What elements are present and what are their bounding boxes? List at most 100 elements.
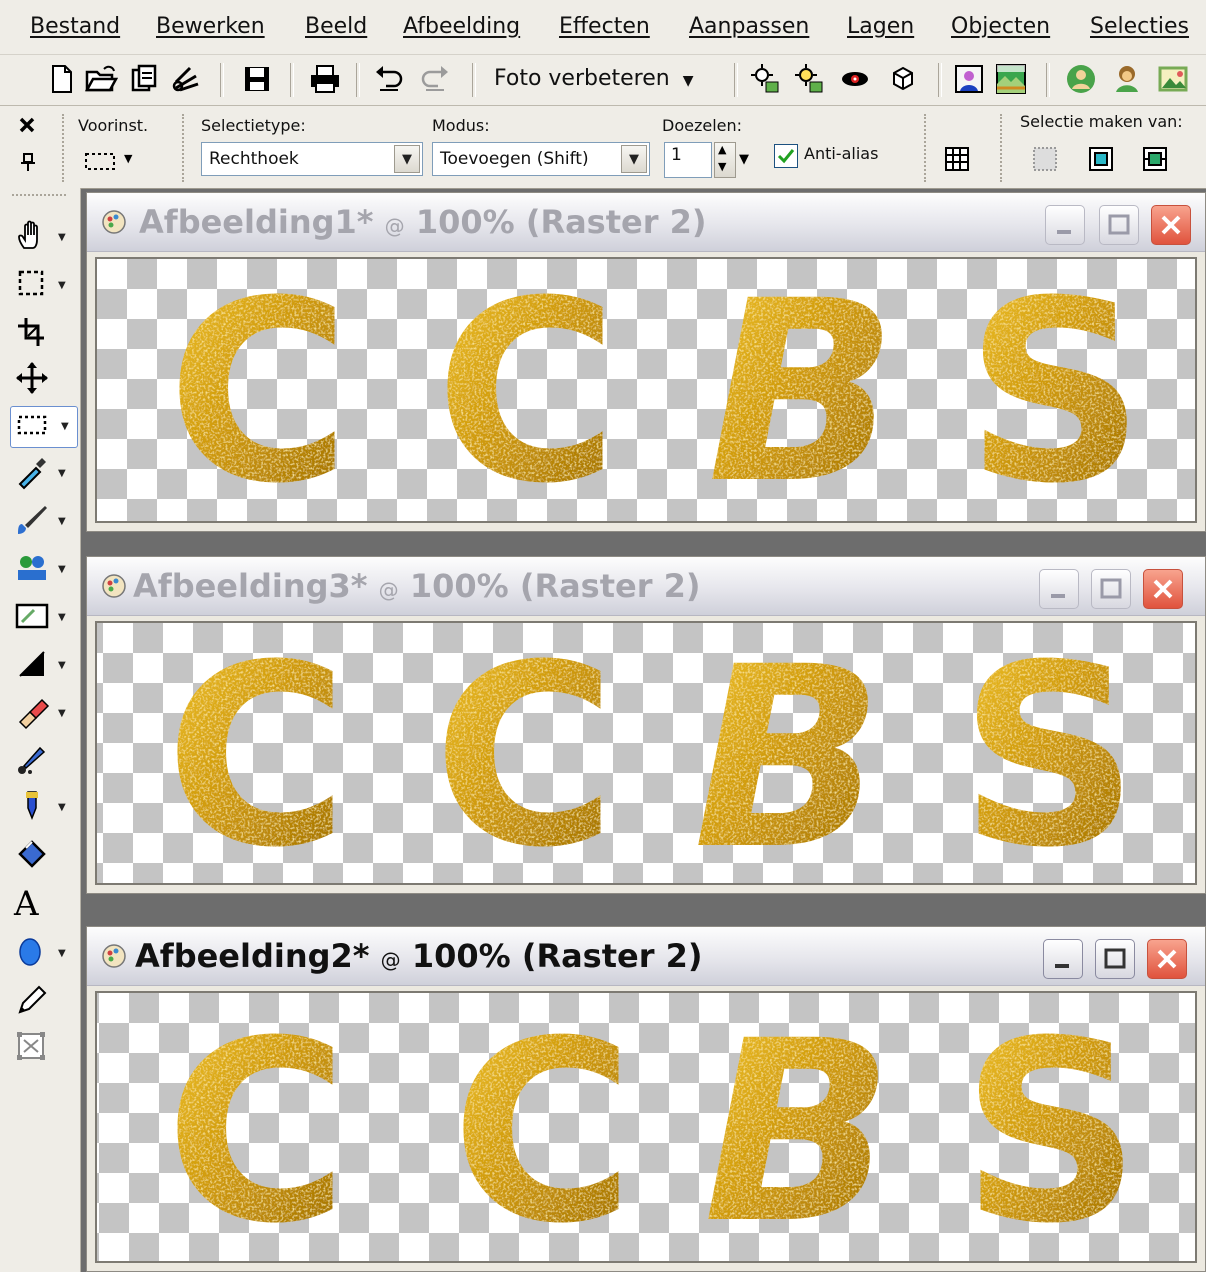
- letter-c2: C: [435, 259, 618, 523]
- close-button[interactable]: [1143, 569, 1183, 609]
- pan-tool[interactable]: ▼: [14, 218, 74, 258]
- picture-tube-icon: [18, 746, 46, 774]
- menu-bewerken[interactable]: Bewerken: [156, 14, 265, 39]
- anti-alias-checkbox[interactable]: [774, 144, 798, 168]
- picture-icon[interactable]: [1156, 62, 1190, 96]
- save-icon[interactable]: [240, 62, 274, 96]
- flood-fill-icon: [26, 791, 38, 821]
- letter-s: S: [959, 623, 1139, 885]
- modus-select[interactable]: Toevoegen (Shift) ▼: [432, 142, 650, 176]
- foto-verbeteren-button[interactable]: Foto verbeteren ▼: [494, 61, 724, 97]
- grid-selection-icon[interactable]: [944, 146, 970, 172]
- close-palette-icon[interactable]: [18, 116, 36, 134]
- selectietype-label: Selectietype:: [201, 116, 306, 135]
- person-icon[interactable]: [1064, 62, 1098, 96]
- window-titlebar[interactable]: Afbeelding1* @ 100% (Raster 2): [87, 193, 1205, 252]
- image-canvas[interactable]: C C B S: [95, 257, 1197, 523]
- print-icon[interactable]: [308, 62, 342, 96]
- minimize-button[interactable]: [1039, 569, 1079, 609]
- dodge-tool[interactable]: ▼: [14, 646, 74, 686]
- maximize-button[interactable]: [1099, 205, 1139, 245]
- clone-tool[interactable]: ▼: [14, 550, 74, 590]
- portrait-icon[interactable]: [952, 62, 986, 96]
- window-title: Afbeelding3* @ 100% (Raster 2): [133, 567, 701, 605]
- enhance2-icon[interactable]: [792, 62, 826, 96]
- menu-objecten[interactable]: Objecten: [951, 14, 1050, 39]
- pen-fill-tool[interactable]: [14, 836, 74, 876]
- rect-select-tool-active[interactable]: ▼: [10, 406, 78, 448]
- cube-icon[interactable]: [886, 62, 920, 96]
- image-window-afbeelding1[interactable]: Afbeelding1* @ 100% (Raster 2) C C B S: [86, 192, 1206, 532]
- flood-fill-tool[interactable]: ▼: [14, 788, 74, 828]
- menu-aanpassen[interactable]: Aanpassen: [689, 14, 809, 39]
- menu-bestand[interactable]: Bestand: [30, 14, 120, 39]
- maximize-icon: [1100, 578, 1122, 599]
- dropper-tool[interactable]: ▼: [14, 454, 74, 494]
- menu-afbeelding[interactable]: Afbeelding: [403, 14, 520, 39]
- pin-icon[interactable]: [20, 152, 36, 172]
- landscape-icon[interactable]: [994, 62, 1028, 96]
- menu-lagen[interactable]: Lagen: [847, 14, 914, 39]
- select-image-icon[interactable]: [1142, 146, 1168, 172]
- eraser-tool[interactable]: ▼: [14, 694, 74, 734]
- paint-brush-tool[interactable]: ▼: [14, 502, 74, 542]
- chevron-down-icon[interactable]: ▼: [739, 152, 749, 167]
- ellipse-tool[interactable]: ▼: [14, 934, 74, 974]
- image-canvas[interactable]: C C B S: [95, 621, 1197, 885]
- letter-c2: C: [451, 993, 634, 1263]
- image-canvas[interactable]: C C B S: [95, 991, 1197, 1263]
- menu-selecties[interactable]: Selecties: [1090, 14, 1189, 39]
- glitter-letters: C C B S: [167, 259, 1145, 523]
- redo-icon[interactable]: [418, 62, 452, 96]
- new-icon[interactable]: [44, 62, 78, 96]
- chevron-down-icon: ▼: [58, 660, 66, 671]
- move-tool[interactable]: [14, 360, 74, 400]
- undo-icon[interactable]: [372, 62, 406, 96]
- voorinst-label: Voorinst.: [78, 116, 149, 135]
- enhance-icon[interactable]: [748, 62, 782, 96]
- deform-tool[interactable]: [14, 1028, 74, 1068]
- foto-verbeteren-label: Foto verbeteren: [494, 66, 670, 91]
- doezelen-spinner[interactable]: ▲ ▼: [714, 142, 736, 178]
- picture-tube-tool[interactable]: [14, 742, 74, 782]
- doezelen-field[interactable]: 1: [664, 142, 712, 178]
- image-window-afbeelding3[interactable]: Afbeelding3* @ 100% (Raster 2) C C B S: [86, 556, 1206, 894]
- close-icon: [1157, 949, 1177, 969]
- minimize-button[interactable]: [1043, 939, 1083, 979]
- crop-tool[interactable]: [14, 314, 74, 354]
- image-window-afbeelding2[interactable]: Afbeelding2* @ 100% (Raster 2) C C B S: [86, 926, 1206, 1272]
- window-titlebar[interactable]: Afbeelding2* @ 100% (Raster 2): [87, 927, 1205, 986]
- doezelen-label: Doezelen:: [662, 116, 743, 135]
- red-eye-icon[interactable]: [838, 62, 872, 96]
- close-button[interactable]: [1147, 939, 1187, 979]
- open-icon[interactable]: [84, 62, 118, 96]
- maximize-button[interactable]: [1091, 569, 1131, 609]
- selection-tool[interactable]: ▼: [14, 266, 74, 306]
- window-titlebar[interactable]: Afbeelding3* @ 100% (Raster 2): [87, 557, 1205, 616]
- menu-beeld[interactable]: Beeld: [305, 14, 367, 39]
- rect-select-icon: [17, 415, 47, 435]
- clone-icon: [18, 556, 46, 580]
- maximize-button[interactable]: [1095, 939, 1135, 979]
- letter-c2: C: [433, 623, 616, 885]
- selectietype-select[interactable]: Rechthoek ▼: [201, 142, 423, 176]
- minimize-icon: [1051, 594, 1065, 598]
- select-none-icon[interactable]: [1032, 146, 1058, 172]
- select-layer-icon[interactable]: [1088, 146, 1114, 172]
- down-arrow-icon: ▼: [718, 160, 727, 173]
- close-button[interactable]: [1151, 205, 1191, 245]
- tools-palette: ▼ ▼ ▼ ▼ ▼ ▼ ▼ ▼ ▼ ▼ A ▼: [0, 188, 81, 1272]
- person2-icon[interactable]: [1110, 62, 1144, 96]
- menu-effecten[interactable]: Effecten: [559, 14, 650, 39]
- anti-alias-label: Anti-alias: [804, 144, 879, 163]
- pen-tool[interactable]: [14, 982, 74, 1022]
- scratch-remover-tool[interactable]: ▼: [14, 598, 74, 638]
- rect-selection-preset-icon: [85, 153, 115, 170]
- presets-dropdown[interactable]: ▼: [84, 146, 140, 176]
- scan-icon[interactable]: [170, 62, 204, 96]
- paint-brush-icon: [18, 506, 47, 534]
- browse-icon[interactable]: [128, 62, 162, 96]
- text-tool[interactable]: A: [14, 886, 74, 926]
- chevron-down-icon: ▼: [621, 145, 647, 173]
- minimize-button[interactable]: [1045, 205, 1085, 245]
